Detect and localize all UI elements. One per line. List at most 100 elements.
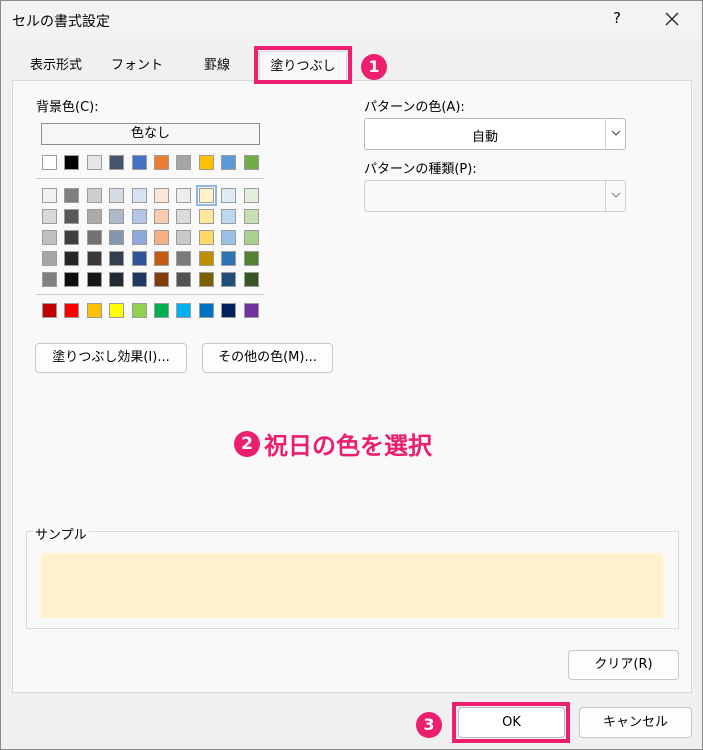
color-swatch[interactable] [64,209,79,224]
color-swatch[interactable] [199,272,214,287]
color-swatch[interactable] [132,155,147,170]
dropdown-arrow[interactable] [605,181,625,211]
tab-font[interactable]: フォント [99,51,175,81]
ok-highlight [452,702,570,743]
color-swatch[interactable] [132,272,147,287]
color-swatch[interactable] [176,209,191,224]
color-swatch[interactable] [154,303,169,318]
color-swatch[interactable] [176,230,191,245]
color-swatch[interactable] [176,251,191,266]
close-button[interactable] [657,7,687,33]
color-swatch[interactable] [154,272,169,287]
color-swatch[interactable] [132,209,147,224]
step3-badge: 3 [416,712,442,738]
color-swatch[interactable] [196,185,217,206]
color-swatch[interactable] [176,188,191,203]
color-swatch[interactable] [199,230,214,245]
color-swatch[interactable] [244,303,259,318]
fill-effects-button[interactable]: 塗りつぶし効果(I)... [35,343,187,373]
color-swatch[interactable] [64,251,79,266]
color-swatch[interactable] [64,303,79,318]
color-swatch[interactable] [64,155,79,170]
color-swatch[interactable] [42,272,57,287]
color-swatch[interactable] [199,303,214,318]
color-swatch[interactable] [154,188,169,203]
palette-divider [36,178,264,179]
color-swatch[interactable] [87,272,102,287]
color-swatch[interactable] [154,251,169,266]
color-swatch[interactable] [87,209,102,224]
color-swatch[interactable] [221,230,236,245]
color-swatch[interactable] [109,209,124,224]
chevron-down-icon [611,130,620,136]
color-swatch[interactable] [221,251,236,266]
color-swatch[interactable] [87,251,102,266]
color-swatch[interactable] [221,272,236,287]
bg-color-label: 背景色(C): [36,100,99,115]
color-swatch[interactable] [176,303,191,318]
color-swatch[interactable] [109,155,124,170]
no-color-button[interactable]: 色なし [41,123,260,145]
tab-number-format[interactable]: 表示形式 [15,51,97,81]
color-swatch[interactable] [221,155,236,170]
color-swatch[interactable] [132,230,147,245]
color-swatch[interactable] [244,251,259,266]
color-swatch[interactable] [109,272,124,287]
color-swatch[interactable] [221,188,236,203]
color-swatch[interactable] [109,188,124,203]
color-swatch[interactable] [109,230,124,245]
color-swatch[interactable] [221,209,236,224]
color-swatch[interactable] [64,272,79,287]
sample-preview [41,553,663,618]
palette-divider [36,294,264,295]
color-swatch[interactable] [64,230,79,245]
more-colors-button[interactable]: その他の色(M)... [202,343,333,373]
color-swatch[interactable] [87,230,102,245]
color-swatch[interactable] [87,188,102,203]
pattern-color-select[interactable]: 自動 [364,118,626,150]
step1-badge: 1 [361,54,387,80]
color-swatch[interactable] [154,209,169,224]
sample-label: サンプル [33,524,89,543]
color-swatch[interactable] [244,209,259,224]
color-swatch[interactable] [42,209,57,224]
format-cells-dialog: セルの書式設定 ? 表示形式 フォント 罫線 背景色(C): 色なし 塗りつぶし… [0,0,703,750]
tab-highlight [254,46,352,84]
color-swatch[interactable] [154,230,169,245]
color-swatch[interactable] [244,230,259,245]
color-swatch[interactable] [42,251,57,266]
color-swatch[interactable] [87,303,102,318]
help-button[interactable]: ? [605,9,629,31]
color-swatch[interactable] [176,155,191,170]
dropdown-arrow[interactable] [605,119,625,149]
pattern-color-label: パターンの色(A): [364,100,465,115]
color-swatch[interactable] [244,155,259,170]
pattern-style-select[interactable] [364,180,626,212]
clear-button[interactable]: クリア(R) [568,650,679,680]
color-swatch[interactable] [42,188,57,203]
color-swatch[interactable] [109,251,124,266]
color-swatch[interactable] [109,303,124,318]
color-swatch[interactable] [132,251,147,266]
color-swatch[interactable] [154,155,169,170]
cancel-button[interactable]: キャンセル [579,707,692,738]
close-icon [665,12,679,26]
pattern-color-value: 自動 [471,130,498,145]
color-swatch[interactable] [42,230,57,245]
color-swatch[interactable] [199,251,214,266]
color-swatch[interactable] [199,155,214,170]
color-swatch[interactable] [244,188,259,203]
color-swatch[interactable] [132,188,147,203]
color-swatch[interactable] [132,303,147,318]
step2-badge: 2 [234,430,260,457]
pattern-style-label: パターンの種類(P): [364,162,477,177]
color-swatch[interactable] [42,303,57,318]
tab-border[interactable]: 罫線 [177,51,257,81]
color-swatch[interactable] [221,303,236,318]
color-swatch[interactable] [87,155,102,170]
color-swatch[interactable] [244,272,259,287]
color-swatch[interactable] [64,188,79,203]
color-swatch[interactable] [176,272,191,287]
color-swatch[interactable] [42,155,57,170]
color-swatch[interactable] [199,209,214,224]
